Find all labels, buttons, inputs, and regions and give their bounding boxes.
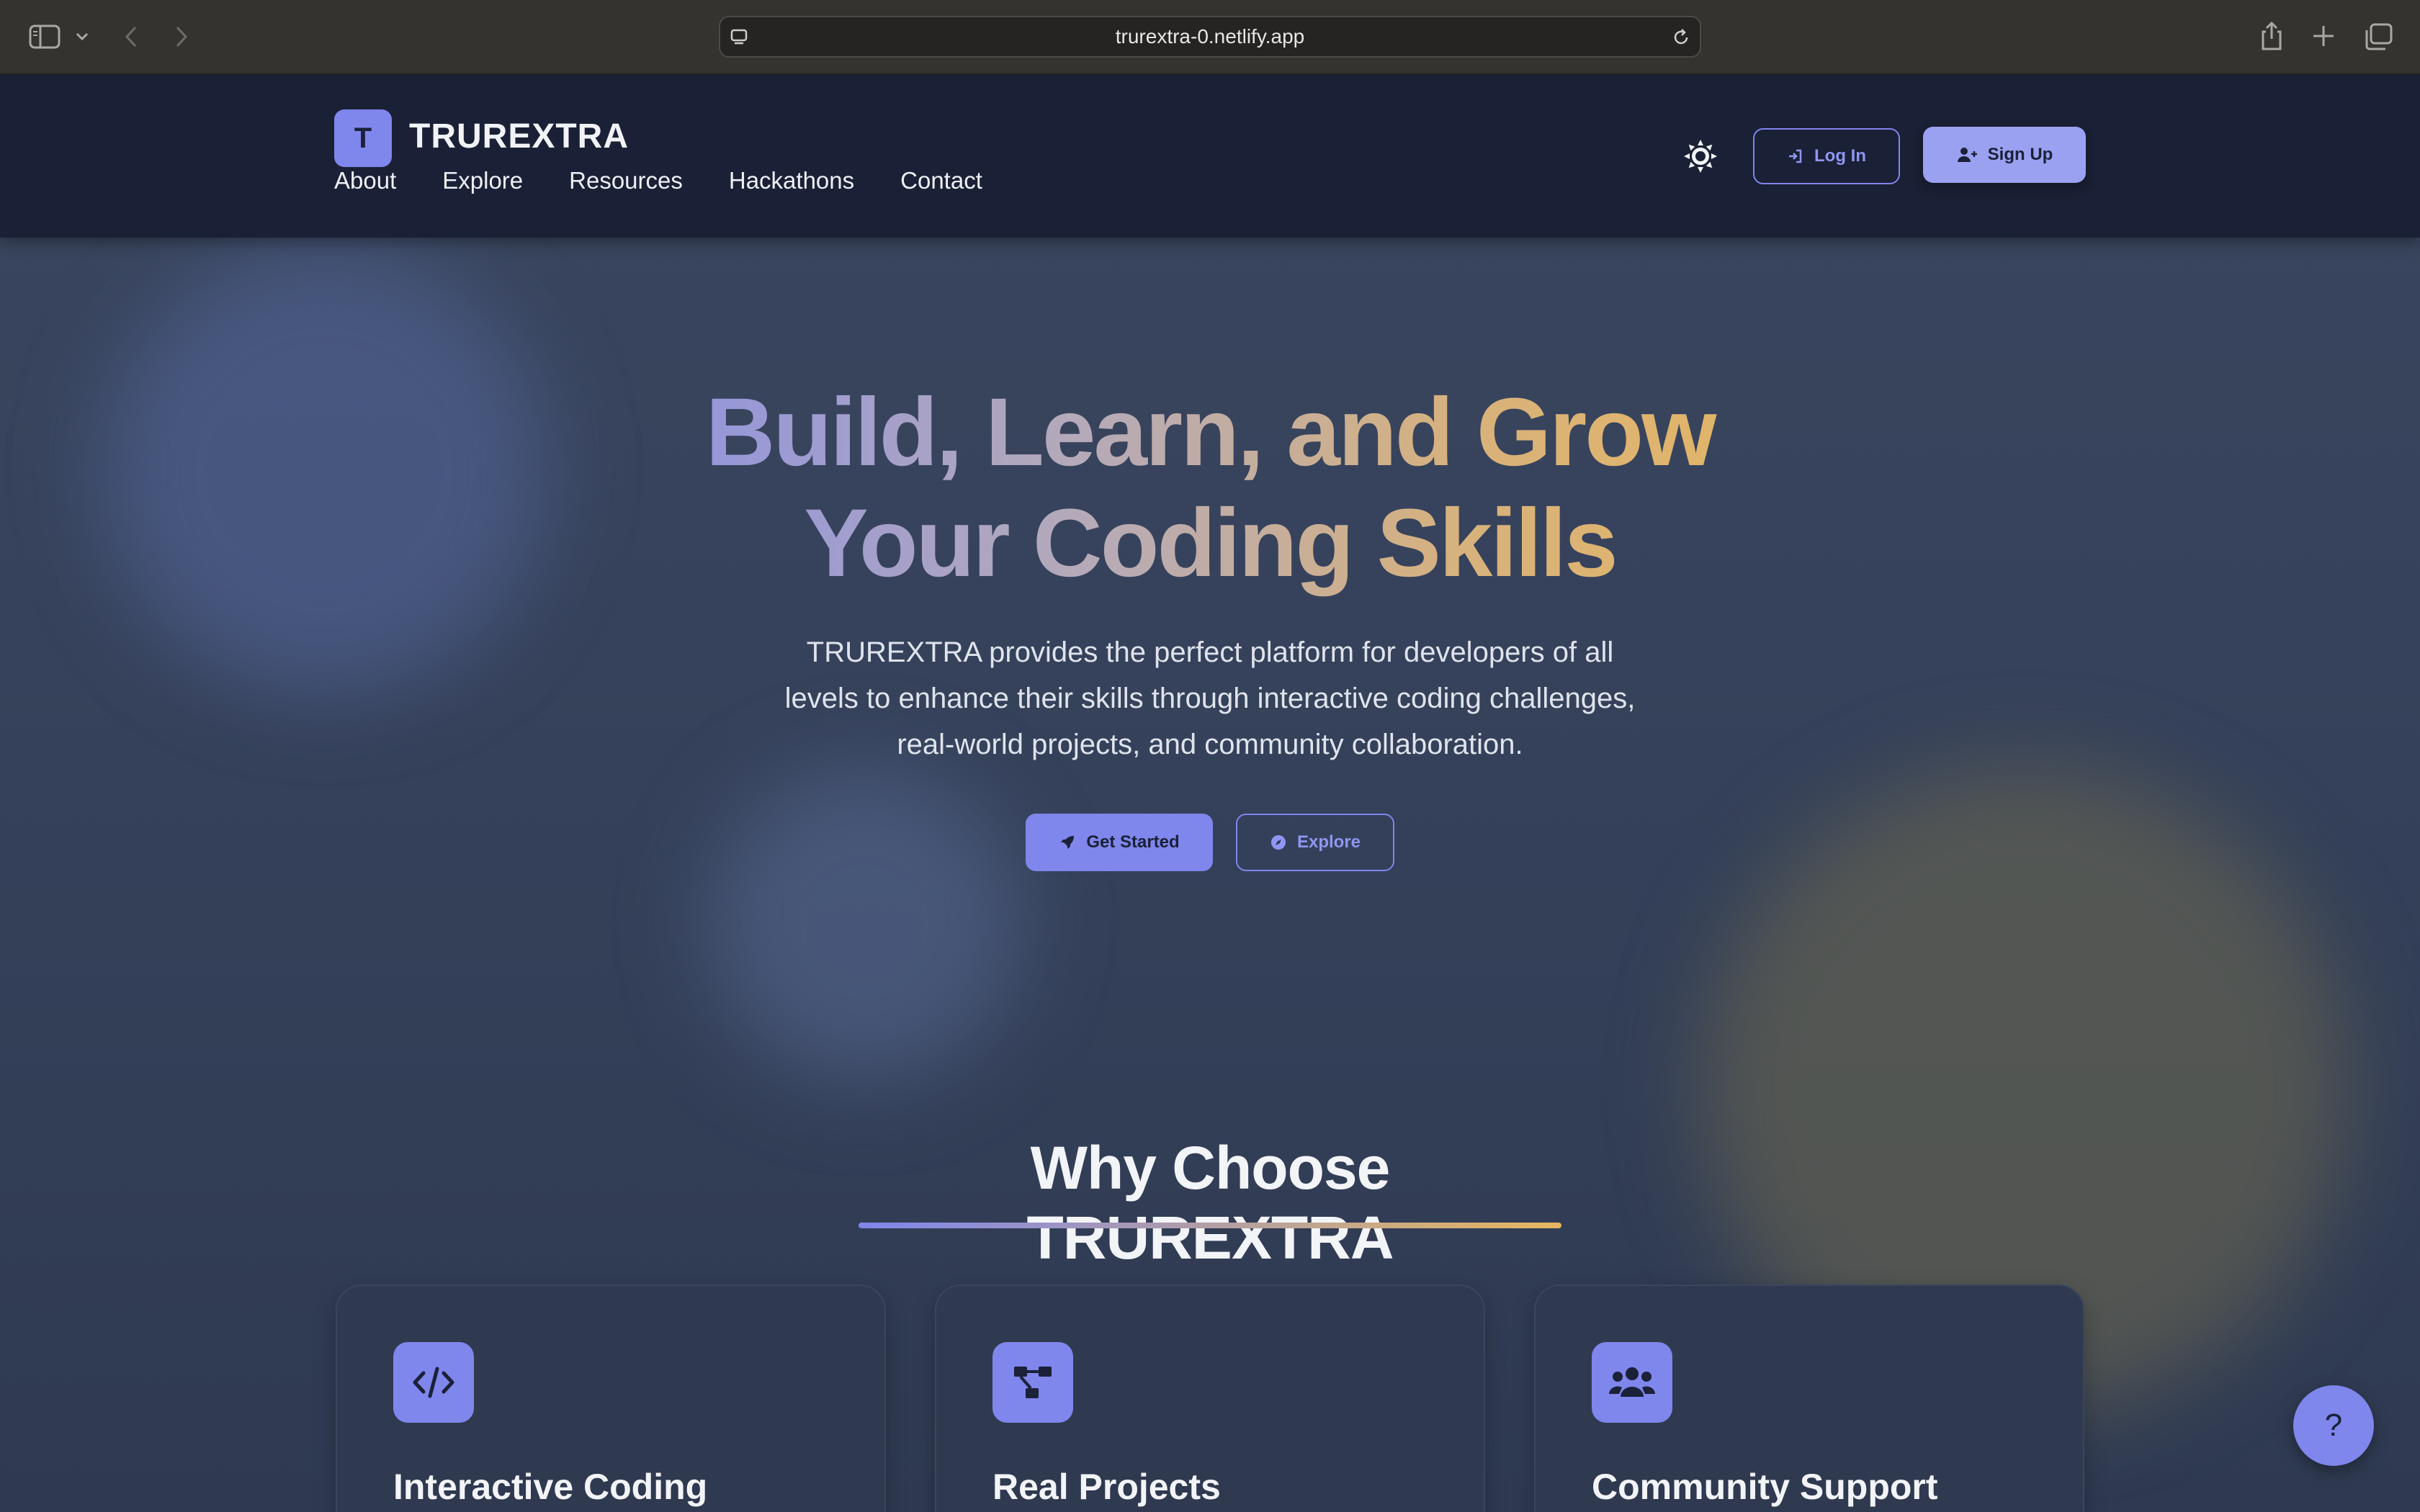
logo-icon[interactable]: T bbox=[334, 109, 392, 167]
address-bar[interactable]: trurextra-0.netlify.app bbox=[719, 16, 1701, 58]
reload-icon[interactable] bbox=[1671, 27, 1691, 48]
sidebar-icon[interactable] bbox=[29, 24, 60, 49]
nav-link-about[interactable]: About bbox=[334, 167, 396, 194]
site-navbar: T TRUREXTRA About Explore Resources Hack… bbox=[0, 75, 2420, 238]
feature-card-title: Interactive Coding bbox=[393, 1467, 708, 1507]
share-icon[interactable] bbox=[2259, 20, 2285, 52]
nav-link-explore[interactable]: Explore bbox=[442, 167, 523, 194]
back-icon[interactable] bbox=[122, 24, 140, 49]
users-icon bbox=[1592, 1342, 1672, 1423]
sign-in-icon bbox=[1789, 149, 1802, 163]
heading-underline bbox=[859, 1223, 1561, 1228]
hero-title-line-1: Build, Learn, and Grow bbox=[705, 379, 1715, 486]
nav-link-hackathons[interactable]: Hackathons bbox=[729, 167, 854, 194]
get-started-button[interactable]: Get Started bbox=[1026, 814, 1213, 871]
signup-label: Sign Up bbox=[1987, 145, 2053, 164]
main-nav: About Explore Resources Hackathons Conta… bbox=[334, 167, 982, 194]
brand-name[interactable]: TRUREXTRA bbox=[409, 117, 629, 156]
features-heading: Why Choose TRUREXTRA bbox=[1026, 1134, 1394, 1272]
browser-toolbar: trurextra-0.netlify.app bbox=[0, 0, 2420, 75]
hero-subtitle: TRUREXTRA provides the perfect platform … bbox=[784, 636, 1636, 760]
nav-link-resources[interactable]: Resources bbox=[569, 167, 683, 194]
feature-card-title: Community Support bbox=[1592, 1467, 1938, 1507]
feature-card-community-support[interactable]: Community Support bbox=[1534, 1284, 2084, 1512]
project-diagram-icon bbox=[992, 1342, 1073, 1423]
compass-icon bbox=[1270, 835, 1286, 850]
url-text[interactable]: trurextra-0.netlify.app bbox=[720, 17, 1700, 56]
theme-toggle-sun-icon[interactable] bbox=[1682, 138, 1718, 174]
new-tab-icon[interactable] bbox=[2311, 23, 2336, 49]
feature-card-real-projects[interactable]: Real Projects bbox=[935, 1284, 1485, 1512]
explore-button[interactable]: Explore bbox=[1236, 814, 1394, 871]
code-icon bbox=[393, 1342, 474, 1423]
get-started-label: Get Started bbox=[1086, 832, 1180, 852]
explore-label: Explore bbox=[1296, 832, 1361, 852]
hero-title-line-2: Your Coding Skills bbox=[804, 490, 1616, 597]
decorative-blob-left bbox=[101, 248, 547, 694]
forward-icon[interactable] bbox=[173, 24, 190, 49]
chevron-down-icon[interactable] bbox=[75, 32, 89, 42]
login-label: Log In bbox=[1814, 146, 1866, 166]
nav-link-contact[interactable]: Contact bbox=[900, 167, 982, 194]
user-plus-icon bbox=[1957, 148, 1977, 162]
hero-title: Build, Learn, and Grow Your Coding Skill… bbox=[562, 377, 1858, 599]
feature-card-title: Real Projects bbox=[992, 1467, 1221, 1507]
tabs-overview-icon[interactable] bbox=[2364, 23, 2393, 50]
signup-button[interactable]: Sign Up bbox=[1923, 127, 2086, 183]
decorative-blob-center bbox=[706, 766, 1023, 1083]
feature-card-interactive-coding[interactable]: Interactive Coding bbox=[336, 1284, 886, 1512]
rocket-icon bbox=[1061, 836, 1075, 849]
help-button[interactable]: ? bbox=[2293, 1385, 2374, 1466]
login-button[interactable]: Log In bbox=[1753, 128, 1900, 184]
web-page: T TRUREXTRA About Explore Resources Hack… bbox=[0, 75, 2420, 1512]
